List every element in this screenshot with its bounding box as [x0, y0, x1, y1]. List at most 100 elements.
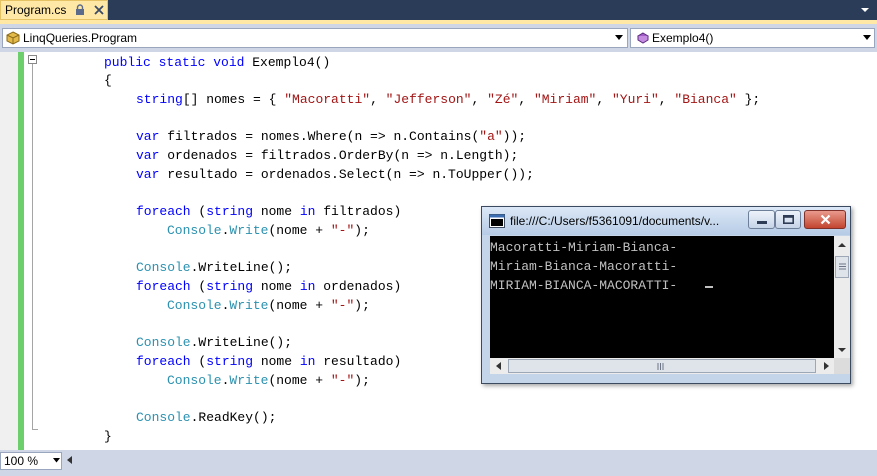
code-token: .WriteLine();	[190, 260, 293, 275]
code-token: );	[354, 223, 370, 238]
code-token: ordenados)	[315, 279, 402, 294]
console-title-bar[interactable]: file:///C:/Users/f5361091/documents/v...	[482, 207, 850, 235]
code-line: foreach (string nome in ordenados)	[136, 278, 401, 296]
code-token: Console	[136, 335, 191, 350]
minimize-button[interactable]	[748, 210, 775, 229]
code-token: ,	[370, 92, 386, 107]
code-token: ,	[596, 92, 612, 107]
code-token: .ReadKey();	[190, 410, 277, 425]
code-token: .WriteLine();	[190, 335, 293, 350]
code-token: "Macoratti"	[284, 92, 371, 107]
code-line: Console.ReadKey();	[136, 409, 276, 427]
code-token: Console	[167, 223, 222, 238]
code-token: {	[104, 73, 112, 88]
document-tab-strip: Program.cs	[0, 0, 877, 20]
close-button[interactable]	[804, 210, 846, 229]
vertical-scrollbar[interactable]	[834, 236, 850, 358]
code-token: var	[136, 148, 160, 163]
close-icon	[820, 214, 831, 225]
code-token: Write	[229, 223, 269, 238]
code-line: Console.WriteLine();	[136, 259, 292, 277]
scroll-down-icon[interactable]	[837, 346, 847, 354]
maximize-button[interactable]	[775, 210, 801, 229]
scroll-up-icon[interactable]	[837, 241, 847, 249]
code-token: ,	[658, 92, 675, 107]
code-token: in	[299, 354, 316, 369]
class-selector-label: LinqQueries.Program	[23, 31, 138, 45]
code-token: nome	[253, 354, 300, 369]
vertical-scroll-thumb[interactable]	[835, 256, 849, 278]
class-selector-dropdown[interactable]: LinqQueries.Program	[2, 28, 628, 48]
code-line: }	[104, 428, 112, 446]
code-token: ,	[518, 92, 534, 107]
console-output-line: MIRIAM-BIANCA-MACORATTI-	[490, 278, 678, 293]
code-token: string	[136, 92, 183, 107]
horizontal-scroll-thumb[interactable]	[508, 359, 816, 373]
console-output-area[interactable]: Macoratti-Miriam-Bianca- Miriam-Bianca-M…	[490, 236, 834, 358]
code-line: {	[104, 72, 112, 90]
code-token: "-"	[330, 373, 355, 388]
lock-icon[interactable]	[74, 4, 86, 16]
code-line: foreach (string nome in filtrados)	[136, 203, 401, 221]
outline-guide	[32, 64, 33, 430]
code-token: string	[206, 354, 254, 369]
scroll-left-icon[interactable]	[494, 362, 504, 370]
grip-icon	[839, 263, 846, 270]
chevron-down-icon[interactable]	[858, 3, 872, 17]
code-line: Console.Write(nome + "-");	[167, 222, 370, 240]
code-line: Console.Write(nome + "-");	[167, 372, 370, 390]
member-selector-dropdown[interactable]: Exemplo4()	[630, 28, 875, 48]
code-token: foreach	[136, 279, 191, 294]
member-selector-label: Exemplo4()	[652, 31, 714, 45]
code-token: "Miriam"	[533, 92, 597, 107]
code-line: var filtrados = nomes.Where(n => n.Conta…	[136, 128, 526, 146]
code-token: "Jefferson"	[385, 92, 472, 107]
chevron-down-icon	[53, 458, 60, 463]
code-token: nome	[253, 204, 300, 219]
tab-program-cs[interactable]: Program.cs	[0, 0, 108, 20]
code-token: (	[190, 279, 207, 294]
collapse-icon[interactable]	[28, 55, 37, 64]
code-token: "Zé"	[487, 92, 519, 107]
code-line: var resultado = ordenados.Select(n => n.…	[136, 166, 534, 184]
code-token: Console	[136, 410, 191, 425]
code-token: var	[136, 129, 160, 144]
code-token: Console	[136, 260, 191, 275]
code-line: foreach (string nome in resultado)	[136, 353, 401, 371]
horizontal-scrollbar[interactable]	[490, 358, 834, 374]
close-icon[interactable]	[93, 4, 105, 16]
code-token: "Bianca"	[674, 92, 737, 107]
console-output-line: Macoratti-Miriam-Bianca-	[490, 240, 678, 255]
zoom-dropdown[interactable]: 100 %	[0, 452, 62, 470]
change-tracking-bar	[18, 52, 24, 450]
code-token: public static void	[104, 55, 253, 70]
code-token: var	[136, 167, 160, 182]
navigation-bar: LinqQueries.Program Exemplo4()	[0, 24, 877, 52]
zoom-value: 100 %	[4, 454, 39, 468]
code-token: string	[206, 204, 254, 219]
minimize-icon	[757, 221, 767, 224]
code-token: ordenados = filtrados.OrderBy(n => n.Len…	[159, 148, 519, 163]
code-token: filtrados = nomes.Where(n => n.Contains(	[159, 129, 480, 144]
code-token: Write	[229, 298, 269, 313]
code-token: "-"	[330, 298, 355, 313]
tab-title: Program.cs	[5, 3, 67, 17]
code-token: "a"	[479, 129, 503, 144]
scroll-left-icon[interactable]	[66, 456, 74, 464]
code-line: public static void Exemplo4()	[104, 54, 330, 72]
code-token: Console	[167, 298, 222, 313]
code-token: filtrados)	[315, 204, 402, 219]
code-line: Console.WriteLine();	[136, 334, 292, 352]
code-token: ,	[471, 92, 488, 107]
code-token: in	[299, 279, 316, 294]
code-token: nome	[253, 279, 300, 294]
scrollbar-corner	[834, 358, 850, 374]
console-window[interactable]: file:///C:/Users/f5361091/documents/v...…	[481, 206, 851, 384]
code-token: };	[736, 92, 761, 107]
code-token: Exemplo4()	[252, 55, 331, 70]
code-token: }	[104, 429, 112, 444]
maximize-icon	[783, 215, 794, 224]
code-token: (	[190, 354, 207, 369]
code-token: );	[354, 373, 370, 388]
scroll-right-icon[interactable]	[821, 362, 831, 370]
